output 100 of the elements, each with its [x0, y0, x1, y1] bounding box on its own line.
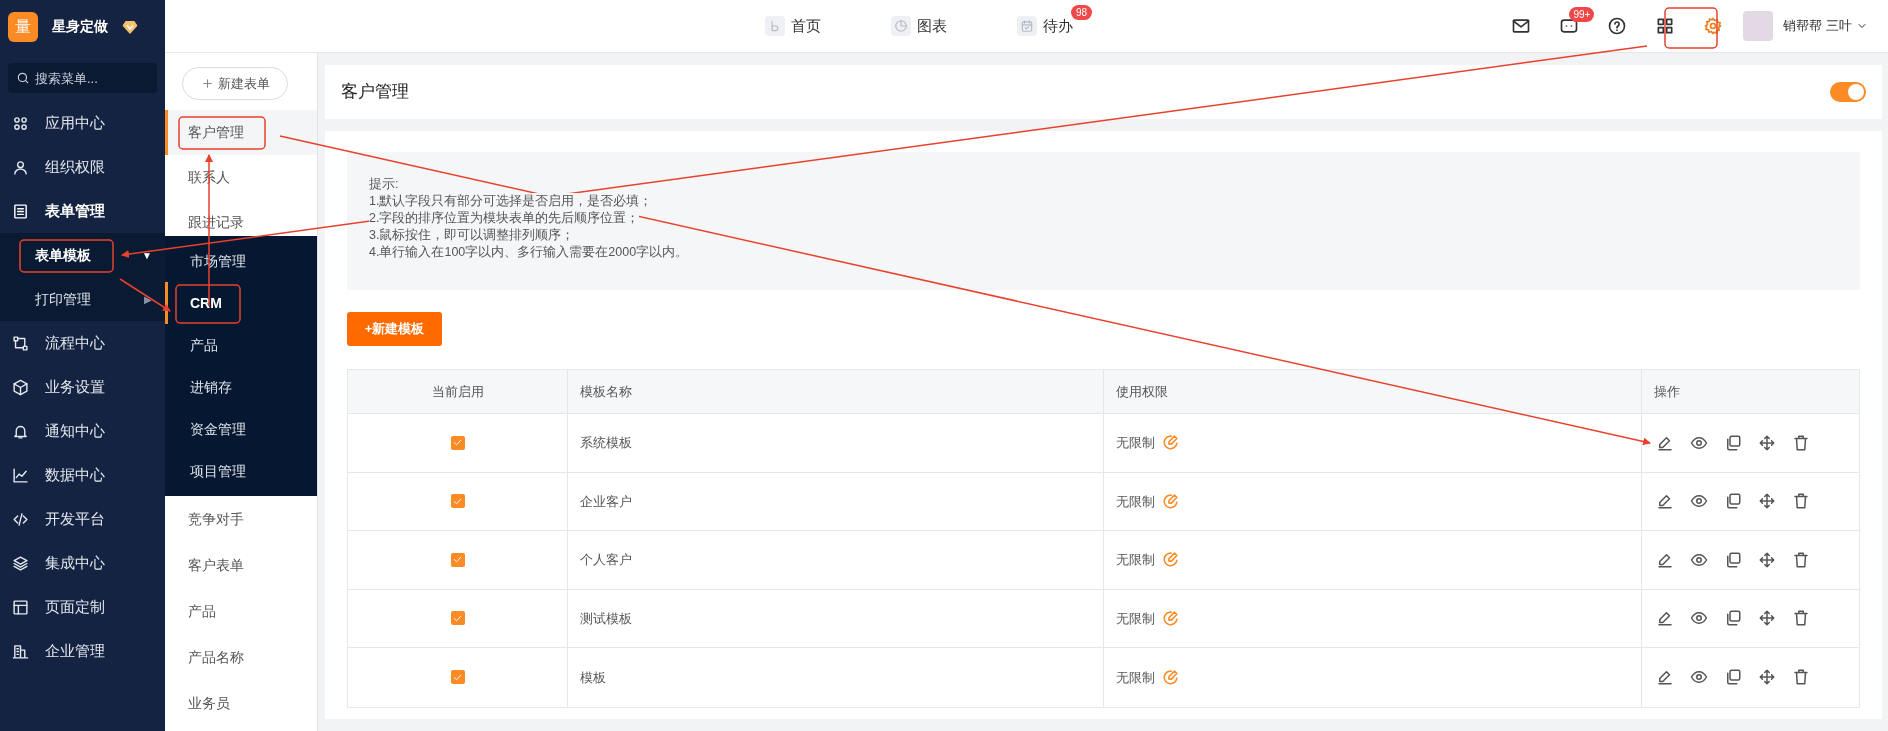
checkbox[interactable] — [450, 552, 465, 567]
flyout-item[interactable]: 产品 — [165, 324, 317, 366]
move-button[interactable] — [1758, 433, 1776, 452]
nav-icon — [894, 19, 908, 33]
checkbox[interactable] — [450, 611, 465, 626]
diamond-icon — [122, 18, 138, 35]
page-title: 客户管理 — [341, 81, 409, 104]
sidebar-item[interactable]: 数据中心 — [0, 453, 165, 497]
menu-item-icon — [12, 598, 29, 616]
move-icon — [1758, 609, 1776, 628]
edit-button[interactable] — [1656, 668, 1674, 687]
form-list-item[interactable]: 业务员 — [165, 680, 317, 726]
sidebar-item[interactable]: 表单管理 — [0, 189, 165, 233]
sidebar-item[interactable]: 开发平台 — [0, 497, 165, 541]
table-cell-text: 无限制 — [1116, 668, 1155, 687]
sidebar-item[interactable]: 业务设置 — [0, 365, 165, 409]
sidebar-item[interactable]: 通知中心 — [0, 409, 165, 453]
flyout-item[interactable]: 项目管理 — [165, 450, 317, 492]
move-icon — [1758, 492, 1776, 511]
hint-text: 提示: — [369, 176, 399, 193]
submenu-item[interactable]: 表单模板 — [20, 239, 106, 271]
checkbox[interactable] — [450, 670, 465, 685]
caret-icon: ▼ — [142, 247, 152, 263]
delete-button[interactable] — [1792, 550, 1810, 569]
nav-link[interactable]: 待办 — [1017, 14, 1073, 38]
form-list-item[interactable]: 客户表单 — [165, 542, 317, 588]
move-button[interactable] — [1758, 492, 1776, 511]
flyout-item[interactable]: 资金管理 — [165, 408, 317, 450]
submenu-item[interactable]: 打印管理 — [20, 283, 106, 315]
menu-item-icon — [12, 334, 29, 352]
move-button[interactable] — [1758, 550, 1776, 569]
move-button[interactable] — [1758, 668, 1776, 687]
copy-button[interactable] — [1724, 492, 1742, 511]
count-badge: 99+ — [1569, 7, 1595, 22]
copy-button[interactable] — [1724, 550, 1742, 569]
sidebar-item[interactable]: 组织权限 — [0, 145, 165, 189]
nav-link[interactable]: 图表 — [891, 14, 947, 38]
flyout-item[interactable]: CRM — [165, 282, 317, 324]
table-cell-text: 无限制 — [1116, 551, 1155, 569]
search-field[interactable]: 搜索菜单... — [8, 63, 157, 93]
copy-icon — [1724, 433, 1742, 452]
flyout-item[interactable]: 进销存 — [165, 366, 317, 408]
column-header: 当前启用 — [348, 370, 568, 413]
avatar-placeholder — [1743, 11, 1774, 41]
menu-item-icon — [12, 510, 29, 528]
copy-icon — [1724, 668, 1742, 687]
menu-item-icon — [12, 554, 29, 572]
move-button[interactable] — [1758, 609, 1776, 628]
pencil-circle-icon — [1161, 433, 1180, 453]
edit-icon — [1656, 609, 1674, 628]
delete-icon — [1792, 609, 1810, 628]
move-icon — [1758, 668, 1776, 687]
toggle-switch[interactable] — [1830, 82, 1866, 102]
column-header: 模板名称 — [568, 370, 1104, 413]
delete-icon — [1792, 668, 1810, 687]
menu-item-icon — [12, 378, 29, 396]
checkbox[interactable] — [450, 494, 465, 509]
table-cell-text: 个人客户 — [580, 551, 632, 569]
hint-text: 2.字段的排序位置为模块表单的先后顺序位置； — [369, 210, 640, 227]
sidebar-item[interactable]: 应用中心 — [0, 101, 165, 145]
copy-button[interactable] — [1724, 433, 1742, 452]
brand-name: 星身定做 — [52, 17, 108, 36]
delete-icon — [1792, 433, 1810, 452]
sidebar-item[interactable]: 流程中心 — [0, 321, 165, 365]
user-menu[interactable]: 销帮帮 三叶 — [1783, 16, 1868, 36]
column-header: 使用权限 — [1104, 370, 1642, 413]
table-cell-text: 模板 — [580, 668, 606, 687]
table-cell-text: 无限制 — [1116, 434, 1155, 452]
form-list-item[interactable]: 客户管理 — [165, 110, 317, 155]
menu-item-icon — [12, 642, 29, 660]
form-list-item[interactable]: 产品名称 — [165, 634, 317, 680]
form-list-item[interactable]: 竞争对手 — [165, 496, 317, 542]
settings-icon — [1703, 16, 1724, 36]
nav-link[interactable]: 首页 — [765, 14, 821, 38]
menu-item-icon — [12, 202, 29, 220]
delete-button[interactable] — [1792, 433, 1810, 452]
table-cell-text: 无限制 — [1116, 492, 1155, 511]
grid-icon — [1655, 16, 1676, 36]
sidebar-item[interactable]: 企业管理 — [0, 629, 165, 673]
sidebar-item[interactable]: 集成中心 — [0, 541, 165, 585]
menu-item-icon — [12, 114, 29, 132]
edit-button[interactable] — [1656, 492, 1674, 511]
checkbox[interactable] — [450, 435, 465, 450]
menu-item-icon — [12, 158, 29, 176]
edit-icon — [1656, 668, 1674, 687]
form-list-item[interactable]: 产品 — [165, 588, 317, 634]
sidebar-item[interactable]: 页面定制 — [0, 585, 165, 629]
nav-icon — [1020, 19, 1034, 33]
delete-button[interactable] — [1792, 492, 1810, 511]
move-icon — [1758, 550, 1776, 569]
copy-button[interactable] — [1724, 668, 1742, 687]
highlight-frame — [175, 284, 241, 324]
pencil-circle-icon — [1161, 550, 1180, 570]
edit-button[interactable] — [1656, 609, 1674, 628]
copy-button[interactable] — [1724, 609, 1742, 628]
delete-button[interactable] — [1792, 668, 1810, 687]
plus-icon — [200, 77, 214, 90]
delete-button[interactable] — [1792, 609, 1810, 628]
nav-icon — [768, 19, 782, 33]
move-icon — [1758, 433, 1776, 452]
